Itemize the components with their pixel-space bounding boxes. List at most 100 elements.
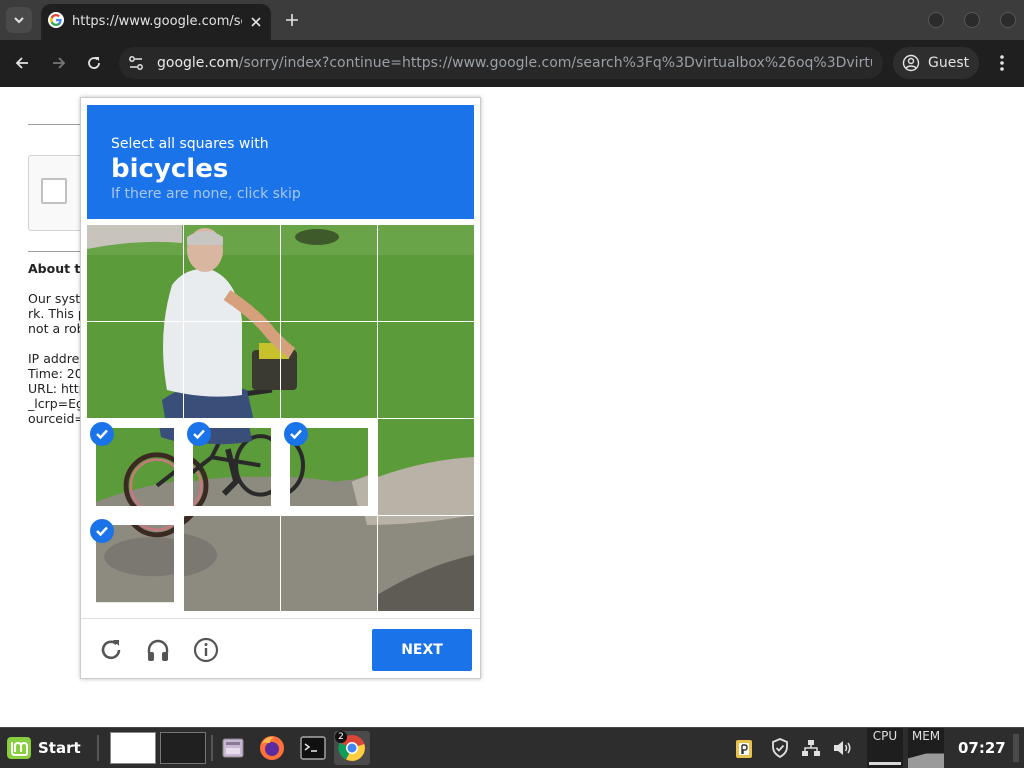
page-text-line: IP addres xyxy=(28,351,86,366)
cpu-label: CPU xyxy=(872,729,898,743)
url-host: google.com xyxy=(157,55,239,71)
captcha-tile[interactable] xyxy=(281,419,377,515)
tile-image xyxy=(378,225,474,321)
captcha-tile[interactable] xyxy=(281,225,377,321)
captcha-tile[interactable] xyxy=(378,419,474,515)
refresh-challenge-icon xyxy=(101,640,121,660)
clipboard-tray-button[interactable] xyxy=(733,737,755,759)
captcha-tile[interactable] xyxy=(378,516,474,612)
show-desktop-button[interactable] xyxy=(1013,734,1019,762)
paste-icon xyxy=(736,740,752,758)
back-button[interactable] xyxy=(11,52,33,74)
challenge-keyword: bicycles xyxy=(111,154,229,184)
challenge-instruction: Select all squares with xyxy=(111,136,269,152)
terminal-icon xyxy=(300,736,326,760)
google-favicon-icon xyxy=(48,12,64,28)
challenge-header: Select all squares with bicycles If ther… xyxy=(87,105,474,219)
checkmark-icon xyxy=(90,422,114,446)
challenge-hint: If there are none, click skip xyxy=(111,186,301,202)
page-text-line: Our syste xyxy=(28,291,88,306)
reload-icon xyxy=(88,57,100,69)
window-preview-dark[interactable] xyxy=(160,732,206,764)
network-tray-button[interactable] xyxy=(800,737,822,759)
window-preview-browser[interactable] xyxy=(110,732,156,764)
captcha-tile[interactable] xyxy=(184,516,280,612)
captcha-tile[interactable] xyxy=(184,322,280,418)
captcha-tile[interactable] xyxy=(87,419,183,515)
tile-image xyxy=(281,322,377,418)
file-manager-icon xyxy=(222,738,244,758)
captcha-tile[interactable] xyxy=(281,322,377,418)
info-icon xyxy=(193,637,219,663)
security-tray-button[interactable] xyxy=(769,737,791,759)
network-icon xyxy=(802,740,820,756)
browser-tab[interactable]: https://www.google.com/se xyxy=(41,4,271,40)
profile-icon xyxy=(902,54,920,72)
help-button[interactable] xyxy=(192,636,220,664)
page-text-line: Time: 20 xyxy=(28,366,83,381)
back-icon xyxy=(15,57,28,69)
close-window-button[interactable] xyxy=(1000,12,1016,28)
clock[interactable]: 07:27 xyxy=(958,739,1006,757)
tile-image xyxy=(184,322,280,418)
page-text-line: URL: http xyxy=(28,381,87,396)
reload-button[interactable] xyxy=(83,52,105,74)
captcha-tile[interactable] xyxy=(281,516,377,612)
file-manager-launcher[interactable] xyxy=(218,733,248,763)
start-label: Start xyxy=(38,739,81,757)
next-button[interactable]: NEXT xyxy=(372,629,472,671)
plus-icon xyxy=(286,14,298,26)
new-tab-button[interactable] xyxy=(282,10,302,30)
captcha-tile[interactable] xyxy=(184,225,280,321)
audio-challenge-button[interactable] xyxy=(144,636,172,664)
url-text: google.com/sorry/index?continue=https://… xyxy=(157,54,872,72)
tile-image xyxy=(378,322,474,418)
tile-image xyxy=(281,225,377,321)
taskbar-separator xyxy=(97,735,99,761)
browser-toolbar: google.com/sorry/index?continue=https://… xyxy=(0,40,1024,87)
captcha-tile[interactable] xyxy=(184,419,280,515)
tile-image xyxy=(87,322,183,418)
close-tab-button[interactable] xyxy=(247,13,265,31)
page-text-line: _lcrp=Eg xyxy=(28,396,84,411)
captcha-tile[interactable] xyxy=(87,225,183,321)
divider xyxy=(28,251,88,252)
taskbar: Start 2 CPU MEM 07:27 xyxy=(0,727,1024,768)
captcha-tile[interactable] xyxy=(87,516,183,612)
headphones-icon xyxy=(147,639,169,661)
terminal-launcher[interactable] xyxy=(298,733,328,763)
minimize-window-button[interactable] xyxy=(928,12,944,28)
site-settings-icon[interactable] xyxy=(127,54,145,72)
captcha-tile[interactable] xyxy=(378,225,474,321)
tile-image xyxy=(378,419,474,515)
firefox-launcher[interactable] xyxy=(257,733,287,763)
captcha-tile[interactable] xyxy=(87,322,183,418)
chrome-window-count-badge: 2 xyxy=(335,731,347,743)
recaptcha-challenge: Select all squares with bicycles If ther… xyxy=(80,97,481,679)
captcha-tile[interactable] xyxy=(378,322,474,418)
tile-image xyxy=(184,516,280,612)
maximize-window-button[interactable] xyxy=(964,12,980,28)
chrome-launcher[interactable]: 2 xyxy=(334,731,370,765)
volume-icon xyxy=(834,741,851,755)
divider xyxy=(28,124,88,125)
tab-search-button[interactable] xyxy=(6,7,32,33)
address-bar[interactable]: google.com/sorry/index?continue=https://… xyxy=(119,47,883,79)
taskbar-separator xyxy=(211,735,213,761)
forward-icon xyxy=(53,57,66,69)
not-a-robot-checkbox[interactable] xyxy=(41,178,67,204)
volume-tray-button[interactable] xyxy=(831,737,853,759)
cpu-monitor[interactable]: CPU xyxy=(867,728,903,768)
tab-strip: https://www.google.com/se xyxy=(0,0,1024,40)
kebab-menu-icon xyxy=(1000,55,1004,71)
url-path: /sorry/index?continue=https://www.google… xyxy=(238,55,872,71)
profile-button[interactable]: Guest xyxy=(893,47,979,79)
memory-monitor[interactable]: MEM xyxy=(908,728,944,768)
reload-challenge-button[interactable] xyxy=(97,636,125,664)
recaptcha-anchor-box xyxy=(28,155,88,231)
forward-button[interactable] xyxy=(48,52,70,74)
tab-list-icon xyxy=(14,17,24,24)
tile-image xyxy=(87,225,183,321)
start-menu-button[interactable]: Start xyxy=(6,734,81,762)
browser-menu-button[interactable] xyxy=(992,52,1012,74)
